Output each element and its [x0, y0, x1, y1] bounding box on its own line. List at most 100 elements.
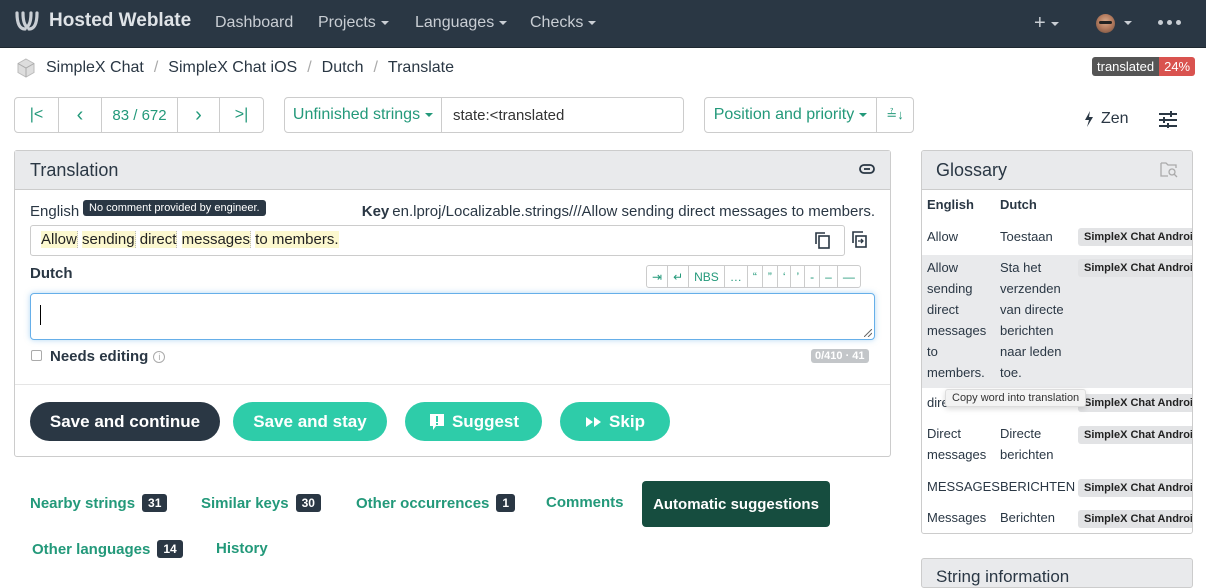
- nav-projects[interactable]: Projects: [318, 14, 389, 32]
- zen-mode-button[interactable]: Zen: [1084, 110, 1129, 128]
- tab-nearby-strings[interactable]: Nearby strings 31: [30, 494, 168, 512]
- copy-icon[interactable]: [815, 232, 830, 249]
- caret-down-icon: [1050, 21, 1059, 26]
- divider: [15, 384, 890, 385]
- next-string-button[interactable]: ›: [178, 98, 220, 132]
- breadcrumb-project[interactable]: SimpleX Chat: [46, 59, 144, 77]
- glossary-target-term: Berichten: [1000, 510, 1055, 525]
- tab-other-languages[interactable]: Other languages 14: [32, 540, 183, 558]
- insert-ellipsis-button[interactable]: …: [725, 266, 748, 287]
- user-avatar[interactable]: [1096, 14, 1115, 33]
- breadcrumb-current: Translate: [387, 59, 455, 76]
- tab-similar-keys[interactable]: Similar keys 30: [201, 494, 321, 512]
- key-value: en.lproj/Localizable.strings///Allow sen…: [392, 203, 875, 220]
- sort-direction-button[interactable]: ≟↓: [877, 98, 913, 132]
- insert-emdash-button[interactable]: —: [838, 266, 860, 287]
- link-icon[interactable]: [859, 163, 875, 175]
- add-menu[interactable]: +: [1034, 12, 1059, 35]
- glossary-row[interactable]: Direct messages Directe berichten Simple…: [922, 423, 1192, 467]
- suggest-button[interactable]: Suggest: [405, 402, 542, 441]
- brand-link[interactable]: Hosted Weblate: [14, 10, 191, 32]
- zen-label: Zen: [1101, 110, 1129, 127]
- chevron-left-icon: ‹: [76, 103, 84, 126]
- glossary-search-icon[interactable]: [1160, 161, 1178, 178]
- badge-label: translated: [1092, 57, 1160, 76]
- sort-dropdown[interactable]: Position and priority: [705, 98, 877, 132]
- tab-other-occurrences[interactable]: Other occurrences 1: [356, 494, 516, 512]
- glossary-project-badge: SimpleX Chat Android: [1078, 259, 1192, 277]
- glossary-target-term: BERICHTEN: [1000, 479, 1076, 494]
- glossary-row[interactable]: Messages Berichten SimpleX Chat Android: [922, 507, 1192, 533]
- caret-down-icon: [380, 20, 389, 25]
- more-menu-icon[interactable]: [1158, 20, 1181, 25]
- insert-ldquo-button[interactable]: “: [748, 266, 763, 287]
- breadcrumb-component[interactable]: SimpleX Chat iOS: [168, 59, 297, 77]
- skip-button[interactable]: Skip: [560, 402, 670, 441]
- insert-lsquo-button[interactable]: ‘: [778, 266, 792, 287]
- save-stay-label: Save and stay: [253, 411, 367, 431]
- string-information-panel: String information: [921, 558, 1193, 588]
- nav-checks-label: Checks: [530, 14, 584, 31]
- needs-editing-label[interactable]: Needs editing i: [50, 348, 166, 365]
- save-continue-button[interactable]: Save and continue: [30, 402, 220, 441]
- info-icon[interactable]: i: [153, 350, 166, 363]
- save-stay-button[interactable]: Save and stay: [233, 402, 387, 441]
- insert-hyphen-button[interactable]: -: [805, 266, 821, 287]
- translation-textarea[interactable]: [30, 293, 875, 340]
- needs-editing-checkbox[interactable]: [31, 350, 42, 361]
- glossary-panel: Glossary English Dutch Allow Toestaan Si…: [921, 150, 1193, 534]
- first-string-button[interactable]: |<: [15, 98, 59, 132]
- breadcrumb-separator: /: [153, 59, 159, 76]
- badge-value: 24%: [1159, 57, 1196, 76]
- top-navbar: Hosted Weblate Dashboard Projects Langua…: [0, 0, 1206, 48]
- search-query-text: state:<translated: [453, 106, 565, 124]
- insert-endash-button[interactable]: –: [820, 266, 838, 287]
- sort-group: Position and priority ≟↓: [704, 97, 914, 133]
- glossary-word[interactable]: messages: [181, 231, 251, 248]
- tab-comments[interactable]: Comments: [546, 494, 624, 511]
- tab-label: Nearby strings: [30, 494, 136, 512]
- caret-down-icon: [499, 20, 508, 25]
- caret-down-icon: [425, 113, 434, 117]
- glossary-word[interactable]: Allow: [41, 231, 78, 248]
- tab-automatic-suggestions[interactable]: Automatic suggestions: [642, 481, 830, 527]
- breadcrumb: SimpleX Chat / SimpleX Chat iOS / Dutch …: [16, 58, 454, 78]
- prev-string-button[interactable]: ‹: [59, 98, 102, 132]
- glossary-word[interactable]: sending: [82, 231, 136, 248]
- insert-nbsp-button[interactable]: NBS: [689, 266, 725, 287]
- insert-rdquo-button[interactable]: ”: [763, 266, 778, 287]
- nav-checks[interactable]: Checks: [530, 14, 597, 32]
- search-query-input[interactable]: state:<translated: [442, 98, 683, 132]
- glossary-row[interactable]: Allow sending direct messages to members…: [922, 255, 1192, 388]
- target-language-label: Dutch: [30, 265, 73, 282]
- glossary-header: Glossary: [922, 151, 1192, 190]
- caret-down-icon: [588, 20, 597, 25]
- tab-label: Similar keys: [201, 494, 289, 512]
- translated-progress-badge[interactable]: translated 24%: [1092, 57, 1196, 76]
- nav-languages[interactable]: Languages: [415, 14, 508, 32]
- breadcrumb-language[interactable]: Dutch: [322, 59, 364, 77]
- chevron-right-icon: ›: [195, 103, 202, 126]
- text-cursor: [40, 305, 41, 325]
- breadcrumb-separator: /: [307, 59, 312, 76]
- resize-grip-icon[interactable]: [864, 329, 872, 337]
- glossary-row[interactable]: Allow Toestaan SimpleX Chat Android: [922, 226, 1192, 257]
- tab-history[interactable]: History: [216, 540, 268, 557]
- glossary-source-term: Messages: [927, 510, 987, 525]
- settings-sliders-icon[interactable]: [1159, 111, 1177, 128]
- insert-tab-button[interactable]: ⇥: [647, 266, 669, 287]
- last-string-button[interactable]: >|: [220, 98, 263, 132]
- clone-to-translation-icon[interactable]: [852, 231, 867, 248]
- source-string: Allow sending direct messages to members…: [30, 225, 845, 256]
- glossary-project-badge: SimpleX Chat Android: [1078, 426, 1192, 444]
- glossary-target-term: Directe berichten: [1000, 426, 1054, 462]
- user-menu-caret[interactable]: [1119, 14, 1132, 30]
- insert-newline-button[interactable]: ↵: [668, 266, 690, 287]
- glossary-row[interactable]: MESSAGES BERICHTEN SimpleX Chat Android: [922, 476, 1192, 506]
- insert-rsquo-button[interactable]: ’: [791, 266, 806, 287]
- glossary-word[interactable]: direct: [139, 231, 178, 248]
- sort-label: Position and priority: [713, 106, 855, 123]
- glossary-word[interactable]: to members.: [255, 231, 339, 248]
- nav-dashboard[interactable]: Dashboard: [215, 14, 293, 32]
- filter-dropdown[interactable]: Unfinished strings: [285, 98, 442, 132]
